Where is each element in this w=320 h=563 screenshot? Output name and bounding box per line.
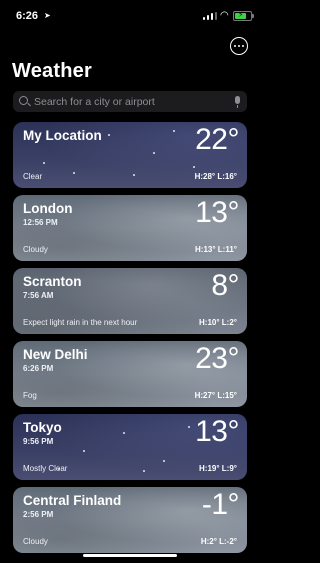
- wifi-icon: ◠: [220, 10, 229, 21]
- city-name: London: [23, 201, 73, 216]
- city-card-scranton[interactable]: Scranton 7:56 AM 8° Expect light rain in…: [13, 268, 247, 334]
- city-local-time: 9:56 PM: [23, 437, 54, 446]
- city-temperature: 13°: [195, 196, 239, 229]
- search-icon: [19, 96, 28, 105]
- search-input[interactable]: Search for a city or airport: [13, 91, 247, 112]
- city-local-time: 7:56 AM: [23, 291, 54, 300]
- city-name: My Location: [23, 128, 102, 143]
- page-title: Weather: [12, 60, 92, 82]
- city-temperature: 13°: [195, 415, 239, 448]
- city-condition: Expect light rain in the next hour: [23, 318, 138, 327]
- city-high-low: H:28° L:16°: [194, 172, 237, 181]
- city-name: Central Finland: [23, 493, 122, 508]
- city-name: Tokyo: [23, 420, 62, 435]
- search-placeholder: Search for a city or airport: [34, 96, 155, 108]
- city-local-time: 12:56 PM: [23, 218, 58, 227]
- city-condition: Mostly Clear: [23, 464, 68, 473]
- microphone-icon[interactable]: [235, 96, 240, 108]
- city-card-tokyo[interactable]: Tokyo 9:56 PM 13° Mostly Clear H:19° L:9…: [13, 414, 247, 480]
- city-local-time: 6:26 PM: [23, 364, 54, 373]
- city-card-my-location[interactable]: My Location 22° Clear H:28° L:16°: [13, 122, 247, 188]
- city-high-low: H:19° L:9°: [199, 464, 237, 473]
- city-high-low: H:2° L:-2°: [200, 537, 237, 546]
- city-temperature: -1°: [201, 488, 240, 521]
- status-bar: 6:26 ➤ ◠ ⚡: [0, 0, 260, 30]
- city-card-london[interactable]: London 12:56 PM 13° Cloudy H:13° L:11°: [13, 195, 247, 261]
- home-indicator[interactable]: [83, 554, 177, 557]
- location-arrow-icon: ➤: [44, 11, 51, 20]
- city-condition: Fog: [23, 391, 37, 400]
- city-card-central-finland[interactable]: Central Finland 2:56 PM -1° Cloudy H:2° …: [13, 487, 247, 553]
- city-temperature: 22°: [195, 123, 239, 156]
- city-name: Scranton: [23, 274, 82, 289]
- city-temperature: 23°: [195, 342, 239, 375]
- city-name: New Delhi: [23, 347, 88, 362]
- city-high-low: H:13° L:11°: [195, 245, 237, 254]
- city-card-new-delhi[interactable]: New Delhi 6:26 PM 23° Fog H:27° L:15°: [13, 341, 247, 407]
- city-high-low: H:10° L:2°: [199, 318, 237, 327]
- city-condition: Cloudy: [23, 245, 48, 254]
- city-local-time: 2:56 PM: [23, 510, 54, 519]
- ellipsis-circle-icon[interactable]: [230, 37, 248, 55]
- city-temperature: 8°: [211, 269, 239, 302]
- city-high-low: H:27° L:15°: [194, 391, 237, 400]
- battery-charging-icon: ⚡: [233, 10, 254, 21]
- status-time: 6:26: [16, 10, 39, 22]
- city-condition: Clear: [23, 172, 43, 181]
- cellular-signal-icon: [203, 12, 217, 20]
- city-condition: Cloudy: [23, 537, 48, 546]
